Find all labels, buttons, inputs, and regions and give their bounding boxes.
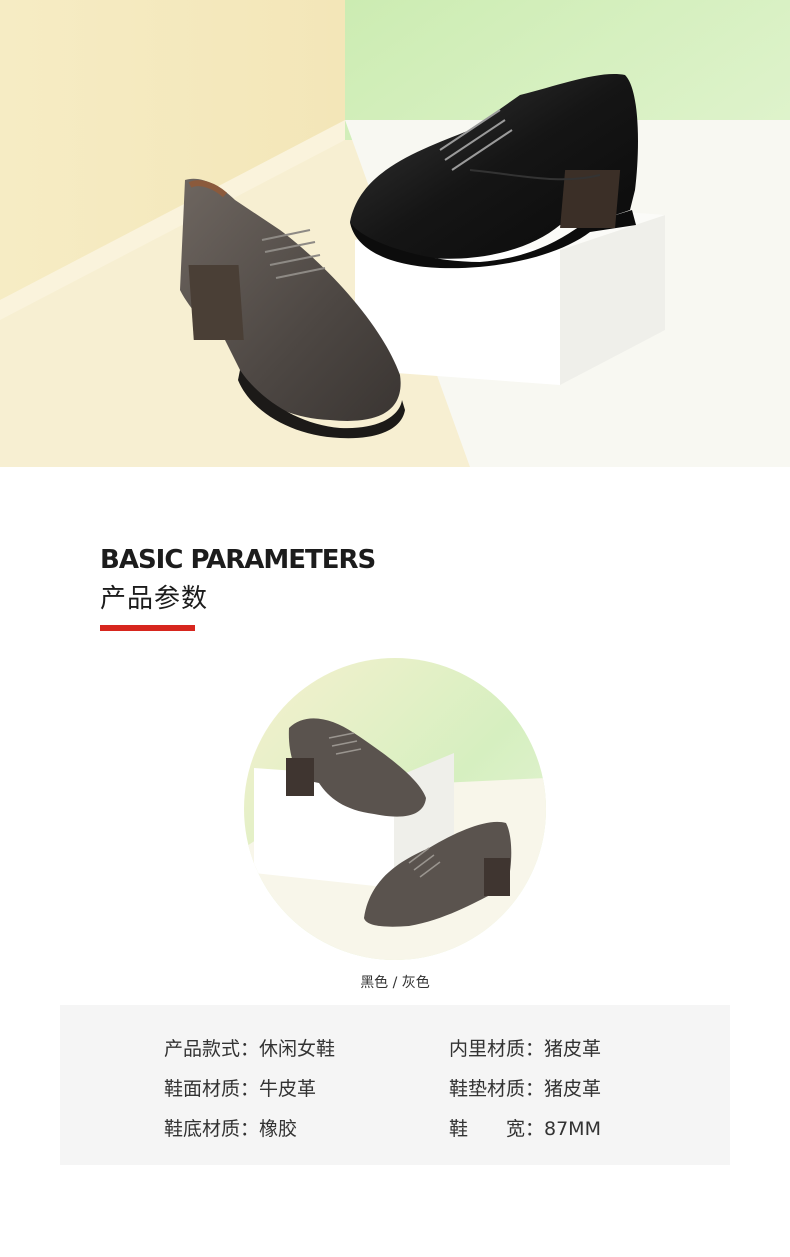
parameters-table: 产品款式：休闲女鞋 鞋面材质：牛皮革 鞋底材质：橡胶 内里材质：猪皮革 鞋垫材质… <box>60 1005 730 1165</box>
section-title-en: BASIC PARAMETERS <box>100 545 376 575</box>
color-options-caption: 黑色 / 灰色 <box>360 975 430 991</box>
hero-product-image <box>0 0 790 467</box>
param-shoe-width: 鞋 宽：87MM <box>449 1118 601 1140</box>
product-color-image <box>244 658 546 960</box>
param-lining-material: 内里材质：猪皮革 <box>449 1038 602 1060</box>
param-style: 产品款式：休闲女鞋 <box>164 1038 336 1060</box>
param-insole-material: 鞋垫材质：猪皮革 <box>449 1078 602 1100</box>
param-upper-material: 鞋面材质：牛皮革 <box>164 1078 317 1100</box>
section-title-cn: 产品参数 <box>100 584 209 614</box>
param-sole-material: 鞋底材质：橡胶 <box>164 1118 298 1140</box>
accent-bar <box>100 625 195 631</box>
